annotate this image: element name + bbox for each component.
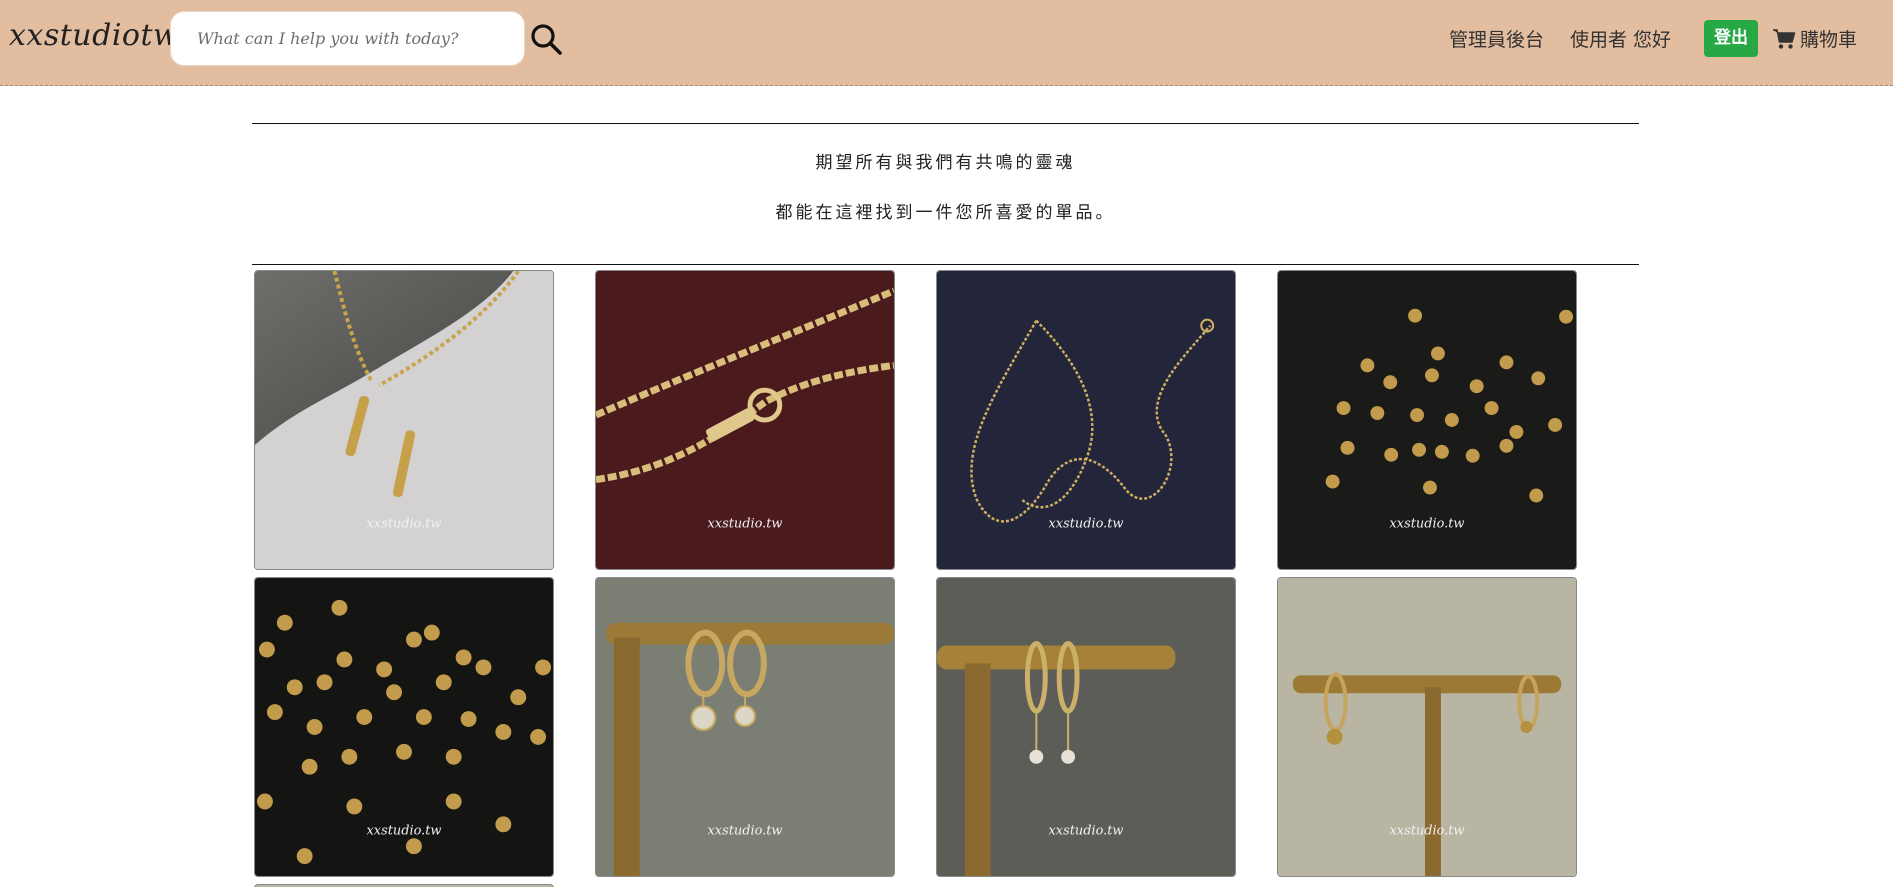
cart-link[interactable]: 購物車 xyxy=(1772,25,1857,52)
divider-top xyxy=(252,123,1639,124)
watermark: xxstudio.tw xyxy=(1390,823,1465,838)
product-image: xxstudio.tw xyxy=(937,271,1235,569)
search-icon[interactable] xyxy=(528,21,564,57)
cart-icon xyxy=(1773,28,1796,49)
cart-label: 購物車 xyxy=(1800,29,1858,51)
product-image: xxstudio.tw xyxy=(596,578,894,876)
product-image: xxstudio.tw xyxy=(255,271,553,569)
product-image: xxstudio.tw xyxy=(1278,271,1576,569)
watermark: xxstudio.tw xyxy=(1049,823,1124,838)
user-greeting: 使用者 您好 xyxy=(1570,29,1672,51)
search-input[interactable] xyxy=(171,12,524,65)
product-image: xxstudio.tw xyxy=(255,578,553,876)
product-card[interactable]: xxstudio.tw xyxy=(254,270,554,570)
intro-line-1: 期望所有與我們有共鳴的靈魂 xyxy=(815,153,1076,173)
product-card[interactable]: xxstudio.tw xyxy=(1277,577,1577,877)
product-card[interactable]: xxstudio.tw xyxy=(595,270,895,570)
product-grid: xxstudio.tw xxstudio.tw xxstudio.tw xxst… xyxy=(254,270,1577,877)
brand-logo[interactable]: xxstudiotw xyxy=(9,18,179,53)
product-image: xxstudio.tw xyxy=(937,578,1235,876)
search-box xyxy=(170,11,525,66)
intro-line-2: 都能在這裡找到一件您所喜愛的單品。 xyxy=(775,203,1116,223)
top-navbar: xxstudiotw 管理員後台 使用者 您好 登出 購物車 xyxy=(0,0,1893,86)
product-card[interactable]: xxstudio.tw xyxy=(254,577,554,877)
logout-button[interactable]: 登出 xyxy=(1704,20,1758,57)
product-image: xxstudio.tw xyxy=(596,271,894,569)
admin-dashboard-link[interactable]: 管理員後台 xyxy=(1449,25,1544,52)
watermark: xxstudio.tw xyxy=(708,516,783,531)
watermark: xxstudio.tw xyxy=(367,516,442,531)
watermark: xxstudio.tw xyxy=(708,823,783,838)
product-image: xxstudio.tw xyxy=(1278,578,1576,876)
watermark: xxstudio.tw xyxy=(367,823,442,838)
divider-bottom xyxy=(252,264,1639,265)
product-card[interactable]: xxstudio.tw xyxy=(936,270,1236,570)
product-card[interactable]: xxstudio.tw xyxy=(1277,270,1577,570)
product-card[interactable]: xxstudio.tw xyxy=(936,577,1236,877)
product-card[interactable]: xxstudio.tw xyxy=(595,577,895,877)
watermark: xxstudio.tw xyxy=(1049,516,1124,531)
watermark: xxstudio.tw xyxy=(1390,516,1465,531)
